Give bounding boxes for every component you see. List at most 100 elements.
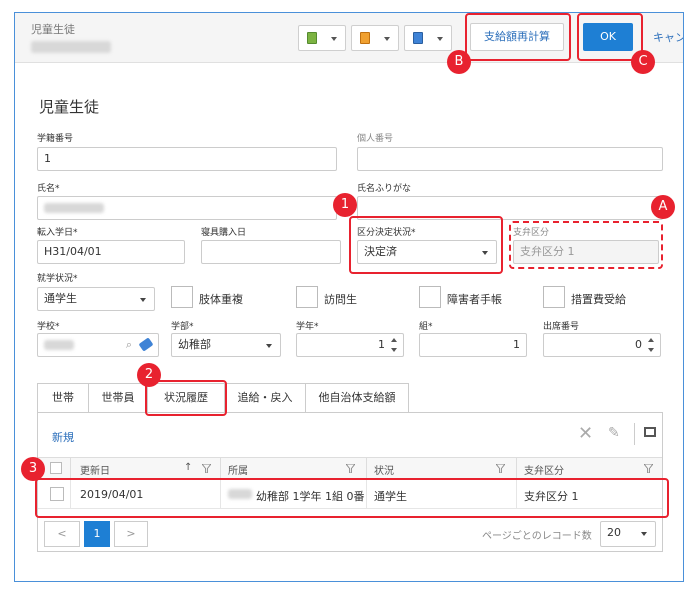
column-divider bbox=[516, 458, 517, 480]
class-input[interactable]: 1 bbox=[419, 333, 527, 357]
lock-icon[interactable] bbox=[644, 427, 656, 437]
disability-checkbox-label: 障害者手帳 bbox=[447, 293, 502, 306]
annotation-badge-c: C bbox=[631, 50, 655, 74]
annotation-box-a bbox=[509, 221, 663, 269]
clipboard-blue-dropdown[interactable] bbox=[404, 25, 452, 51]
class-value: 1 bbox=[513, 338, 520, 351]
dept-label: 学部* bbox=[171, 322, 194, 332]
filter-icon[interactable] bbox=[202, 464, 211, 473]
column-divider bbox=[220, 458, 221, 480]
tab-additional-refund[interactable]: 追給・戻入 bbox=[224, 383, 306, 413]
clipboard-orange-dropdown[interactable] bbox=[351, 25, 399, 51]
disability-checkbox[interactable] bbox=[419, 286, 441, 308]
name-input[interactable] bbox=[37, 196, 337, 220]
eraser-icon[interactable] bbox=[138, 337, 154, 352]
blurred-name-value bbox=[44, 203, 104, 213]
chevron-down-icon bbox=[437, 37, 443, 41]
personal-no-input[interactable] bbox=[357, 147, 663, 171]
annotation-box-1 bbox=[349, 216, 503, 274]
pencil-icon[interactable]: ✎ bbox=[608, 425, 620, 441]
previous-page-button[interactable]: < bbox=[44, 521, 80, 547]
select-all-checkbox[interactable] bbox=[50, 462, 62, 474]
grade-value: 1 bbox=[378, 338, 385, 351]
tab-household[interactable]: 世帯 bbox=[37, 383, 89, 413]
visiting-checkbox-label: 訪問生 bbox=[324, 293, 357, 306]
name-label: 氏名* bbox=[37, 184, 60, 194]
supplies-date-input[interactable] bbox=[201, 240, 341, 264]
attendance-label: 出席番号 bbox=[543, 322, 580, 332]
sort-ascending-icon[interactable]: ↑ bbox=[184, 462, 192, 473]
spinner-icon[interactable] bbox=[648, 338, 656, 352]
toolbar-divider bbox=[634, 423, 635, 445]
visiting-checkbox[interactable] bbox=[296, 286, 318, 308]
school-input[interactable]: ⌕ bbox=[37, 333, 159, 357]
annotation-badge-a: A bbox=[651, 195, 675, 219]
dept-select[interactable]: 幼稚部 bbox=[171, 333, 281, 357]
school-label: 学校* bbox=[37, 322, 60, 332]
column-divider bbox=[70, 458, 71, 480]
blurred-name bbox=[31, 41, 111, 53]
tab-other-municipality[interactable]: 他自治体支給額 bbox=[305, 383, 409, 413]
blurred-school bbox=[44, 340, 74, 350]
column-divider bbox=[366, 458, 367, 480]
clipboard-blue-icon bbox=[413, 32, 423, 44]
per-page-value: 20 bbox=[607, 526, 621, 539]
grade-label: 学年* bbox=[296, 322, 319, 332]
column-header-status[interactable]: 状況 bbox=[374, 462, 394, 477]
grade-input[interactable]: 1 bbox=[296, 333, 404, 357]
annotation-badge-b: B bbox=[447, 50, 471, 74]
cancel-button[interactable]: キャン bbox=[653, 29, 683, 45]
personal-no-label: 個人番号 bbox=[357, 134, 394, 144]
enrollment-select[interactable]: 通学生 bbox=[37, 287, 155, 311]
clipboard-orange-icon bbox=[360, 32, 370, 44]
annotation-badge-2: 2 bbox=[137, 363, 161, 387]
measure-checkbox-label: 措置費受給 bbox=[571, 293, 626, 306]
chevron-down-icon bbox=[140, 298, 146, 302]
tab-household-members[interactable]: 世帯員 bbox=[88, 383, 148, 413]
page-number-button[interactable]: 1 bbox=[84, 521, 110, 547]
body-checkbox[interactable] bbox=[171, 286, 193, 308]
transfer-date-label: 転入学日* bbox=[37, 228, 78, 238]
breadcrumb-label: 児童生徒 bbox=[31, 23, 75, 36]
student-no-label: 学籍番号 bbox=[37, 134, 74, 144]
column-header-payment[interactable]: 支弁区分 bbox=[524, 462, 564, 477]
name-kana-label: 氏名ふりがな bbox=[357, 184, 412, 194]
new-record-link[interactable]: 新規 bbox=[52, 429, 74, 445]
next-page-button[interactable]: > bbox=[114, 521, 148, 547]
annotation-box-3 bbox=[35, 478, 669, 518]
measure-checkbox[interactable] bbox=[543, 286, 565, 308]
per-page-label: ページごとのレコード数 bbox=[482, 531, 592, 542]
spinner-icon[interactable] bbox=[391, 338, 399, 352]
clipboard-green-icon bbox=[307, 32, 317, 44]
clipboard-green-dropdown[interactable] bbox=[298, 25, 346, 51]
enrollment-value: 通学生 bbox=[44, 292, 77, 305]
annotation-badge-1: 1 bbox=[333, 193, 357, 217]
column-header-date[interactable]: 更新日 bbox=[80, 462, 110, 477]
enrollment-label: 就学状況* bbox=[37, 274, 78, 284]
grid-header: 更新日 ↑ 所属 状況 支弁区分 bbox=[38, 457, 662, 480]
class-label: 組* bbox=[419, 322, 433, 332]
attendance-input[interactable]: 0 bbox=[543, 333, 661, 357]
breadcrumb: 児童生徒 bbox=[31, 21, 111, 56]
filter-icon[interactable] bbox=[346, 464, 355, 473]
student-no-input[interactable]: 1 bbox=[37, 147, 337, 171]
supplies-date-label: 寝具購入日 bbox=[201, 228, 247, 238]
column-header-affiliation[interactable]: 所属 bbox=[228, 462, 248, 477]
dept-value: 幼稚部 bbox=[178, 338, 211, 351]
chevron-down-icon bbox=[266, 344, 272, 348]
annotation-box-2 bbox=[145, 380, 227, 416]
search-icon[interactable]: ⌕ bbox=[126, 334, 132, 356]
page-title: 児童生徒 bbox=[39, 98, 100, 116]
body-checkbox-label: 肢体重複 bbox=[199, 293, 243, 306]
per-page-select[interactable]: 20 bbox=[600, 521, 656, 547]
close-icon[interactable]: ✕ bbox=[578, 423, 593, 444]
attendance-value: 0 bbox=[635, 338, 642, 351]
transfer-date-input[interactable]: H31/04/01 bbox=[37, 240, 185, 264]
filter-icon[interactable] bbox=[644, 464, 653, 473]
filter-icon[interactable] bbox=[496, 464, 505, 473]
dialog-frame: 児童生徒 支給額再計算 OK キャン 児童生徒 学籍番号 1 個人番号 氏名* … bbox=[14, 12, 684, 582]
annotation-badge-3: 3 bbox=[21, 457, 45, 481]
chevron-down-icon bbox=[641, 532, 647, 536]
annotation-box-b bbox=[465, 13, 571, 61]
chevron-down-icon bbox=[331, 37, 337, 41]
